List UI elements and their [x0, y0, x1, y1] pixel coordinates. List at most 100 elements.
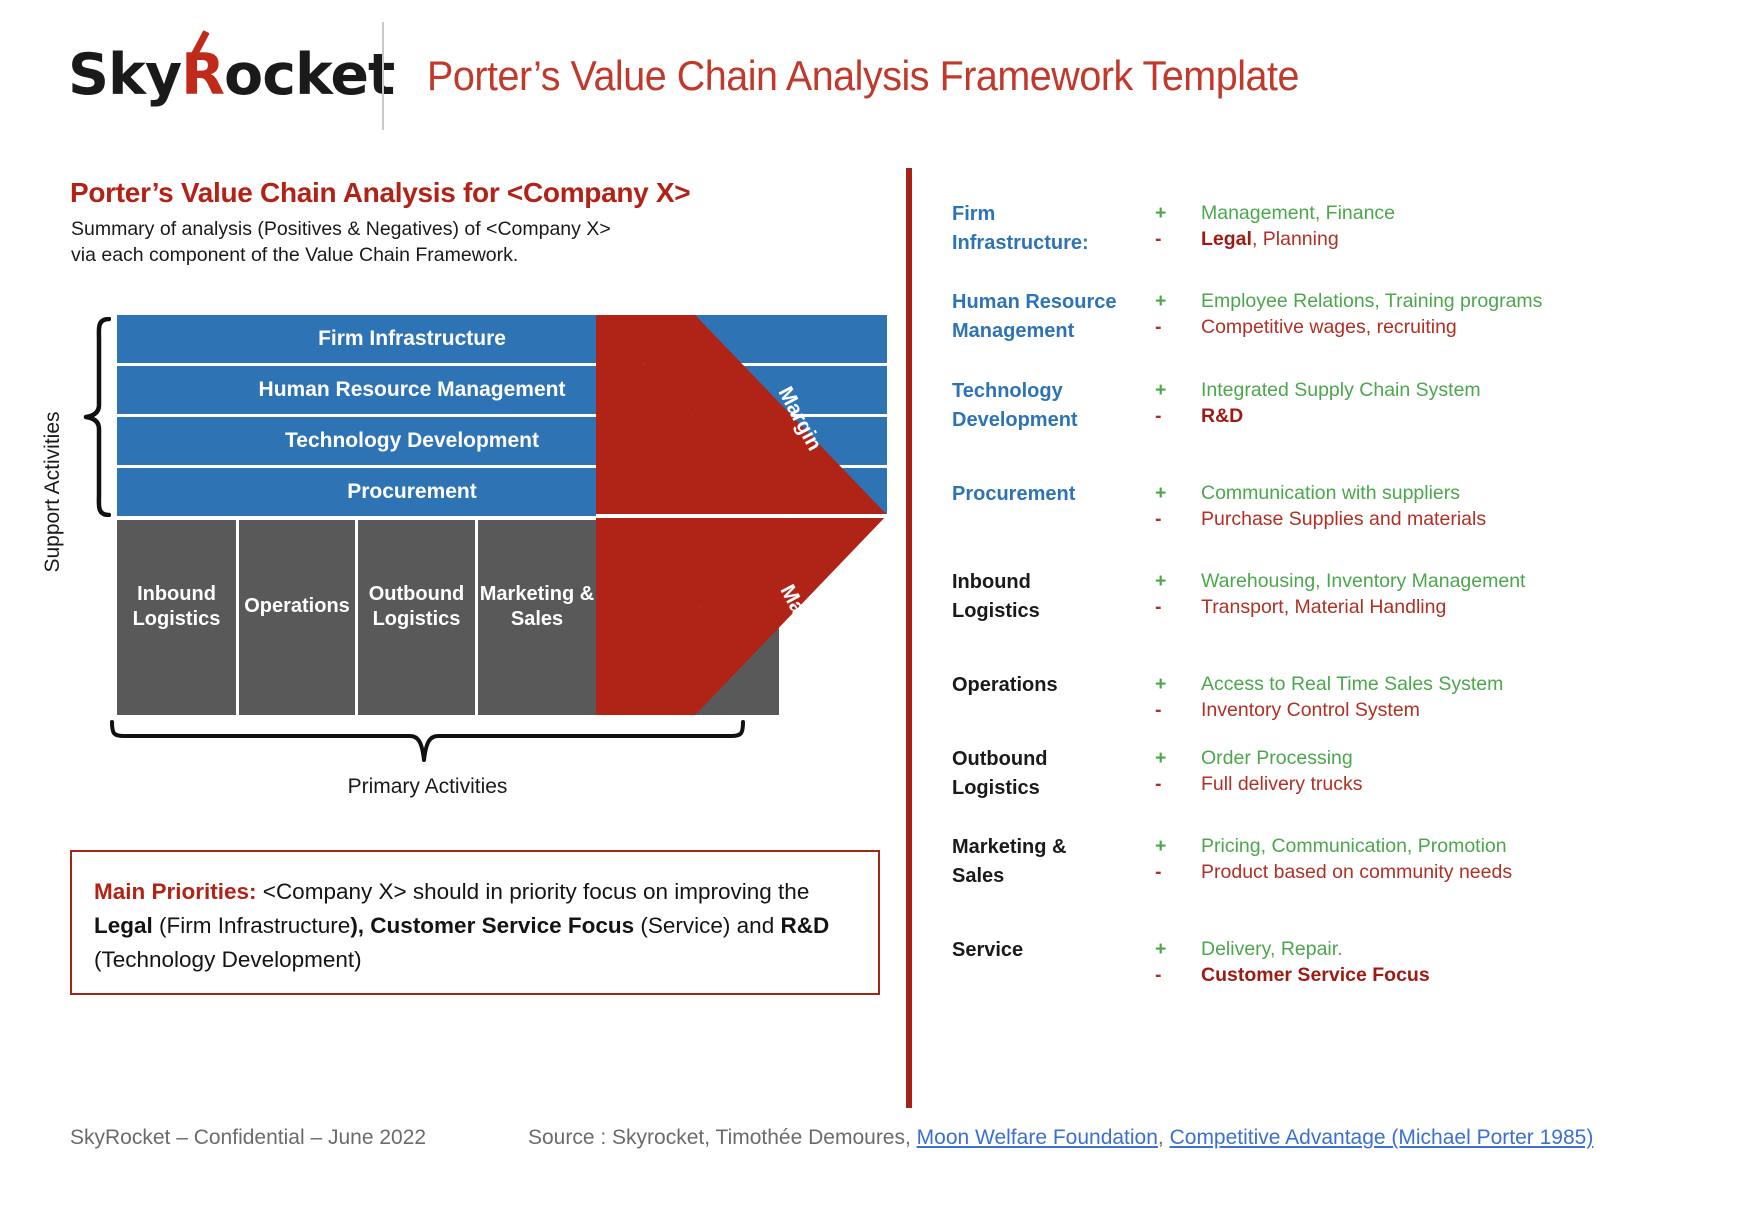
- analysis-entry-items: + Employee Relations, Training programs - C…: [1155, 288, 1754, 340]
- negative-bullet: - Purchase Supplies and materials: [1155, 506, 1754, 532]
- bullet-text: Order Processing: [1201, 745, 1353, 771]
- footer-link-competitive-advantage[interactable]: Competitive Advantage (Michael Porter 19…: [1170, 1126, 1594, 1149]
- minus-icon: -: [1155, 228, 1162, 250]
- plus-icon: +: [1155, 673, 1167, 695]
- bullet-text: Transport, Material Handling: [1201, 594, 1446, 620]
- main-priorities-text: Main Priorities: <Company X> should in p…: [94, 875, 864, 977]
- main-priorities-segment: (Service) and: [634, 913, 781, 938]
- primary-box-label: Outbound Logistics: [368, 582, 465, 630]
- bullet-text: Purchase Supplies and materials: [1201, 506, 1486, 532]
- bullet-text-part: , Planning: [1251, 228, 1339, 250]
- bullet-text-part: Access to Real Time Sales System: [1201, 673, 1504, 695]
- bullet-text-part: Transport, Material Handling: [1201, 596, 1447, 618]
- bullet-text-emphasis: Legal: [1201, 228, 1252, 250]
- plus-icon: +: [1155, 290, 1167, 312]
- analysis-entry-label: Human Resource Management: [952, 291, 1117, 342]
- support-row-firm-infrastructure[interactable]: Firm Infrastructure: [117, 315, 887, 363]
- positive-bullet: + Pricing, Communication, Promotion: [1155, 833, 1754, 859]
- minus-icon: -: [1155, 861, 1162, 883]
- primary-box-operations[interactable]: Operations: [239, 520, 358, 715]
- primary-box-service[interactable]: Service: [599, 520, 779, 715]
- chain-arrow: Firm Infrastructure Human Resource Manag…: [117, 315, 887, 715]
- analysis-entry-items: + Warehousing, Inventory Management - Trans…: [1155, 568, 1754, 620]
- negative-bullet: - Inventory Control System: [1155, 697, 1754, 723]
- bullet-text: Competitive wages, recruiting: [1201, 314, 1457, 340]
- primary-activity-boxes: Inbound Logistics Operations Outbound Lo…: [117, 520, 887, 715]
- minus-icon: -: [1155, 596, 1162, 618]
- footer-source-prefix: Source : Skyrocket, Timothée Demoures,: [528, 1126, 917, 1149]
- support-row-procurement[interactable]: Procurement: [117, 468, 887, 516]
- support-row-technology-development[interactable]: Technology Development: [117, 417, 887, 465]
- main-priorities-heading: Main Priorities:: [94, 879, 257, 904]
- bullet-text: Inventory Control System: [1201, 697, 1420, 723]
- bullet-text: Full delivery trucks: [1201, 771, 1362, 797]
- positive-bullet: + Employee Relations, Training programs: [1155, 288, 1754, 314]
- analysis-entry-items: + Management, Finance - Legal, Planning: [1155, 200, 1754, 252]
- primary-box-label: Operations: [244, 595, 350, 617]
- analysis-list-panel: Firm Infrastructure: + Management, Finance…: [940, 150, 1754, 1070]
- analysis-entry-items: + Pricing, Communication, Promotion - Produ…: [1155, 833, 1754, 885]
- footer-link-moon-welfare-foundation[interactable]: Moon Welfare Foundation: [917, 1126, 1158, 1149]
- section-subtitle: Summary of analysis (Positives & Negativ…: [71, 218, 611, 266]
- bullet-text: Management, Finance: [1201, 200, 1395, 226]
- bullet-text-part: Pricing, Communication, Promotion: [1201, 835, 1507, 857]
- bullet-text-part: Management, Finance: [1201, 202, 1396, 224]
- positive-bullet: + Warehousing, Inventory Management: [1155, 568, 1754, 594]
- minus-icon: -: [1155, 773, 1162, 795]
- main-priorities-segment: R&D: [780, 913, 830, 938]
- main-priorities-segment: Legal: [94, 913, 153, 938]
- positive-bullet: + Integrated Supply Chain System: [1155, 377, 1754, 403]
- analysis-entry-items: + Order Processing - Full delivery trucks: [1155, 745, 1754, 797]
- positive-bullet: + Communication with suppliers: [1155, 480, 1754, 506]
- positive-bullet: + Order Processing: [1155, 745, 1754, 771]
- bullet-text-part: Product based on community needs: [1201, 861, 1513, 883]
- plus-icon: +: [1155, 747, 1167, 769]
- bullet-text: Legal, Planning: [1201, 226, 1339, 252]
- bullet-text: Access to Real Time Sales System: [1201, 671, 1503, 697]
- bullet-text-part: Integrated Supply Chain System: [1201, 379, 1481, 401]
- bullet-text: Employee Relations, Training programs: [1201, 288, 1542, 314]
- analysis-entry-label: Procurement: [952, 483, 1076, 505]
- analysis-entry-items: + Delivery, Repair. - Customer Service Focu…: [1155, 936, 1754, 988]
- bullet-text: Delivery, Repair.: [1201, 936, 1343, 962]
- main-priorities-segment: ), Customer Service Focus: [350, 913, 635, 938]
- plus-icon: +: [1155, 202, 1167, 224]
- bullet-text-part: Inventory Control System: [1201, 699, 1420, 721]
- bullet-text-part: Purchase Supplies and materials: [1201, 508, 1487, 530]
- main-priorities-box: Main Priorities: <Company X> should in p…: [70, 850, 880, 995]
- negative-bullet: - Transport, Material Handling: [1155, 594, 1754, 620]
- primary-box-marketing-sales[interactable]: Marketing & Sales: [478, 520, 599, 715]
- bullet-text: Product based on community needs: [1201, 859, 1512, 885]
- analysis-entry-label: Outbound Logistics: [952, 748, 1048, 799]
- primary-box-outbound-logistics[interactable]: Outbound Logistics: [358, 520, 478, 715]
- bullet-text-part: Communication with suppliers: [1201, 482, 1461, 504]
- support-row-human-resource-management[interactable]: Human Resource Management: [117, 366, 887, 414]
- primary-box-label: Service: [653, 595, 725, 617]
- footer-source-separator: ,: [1157, 1126, 1170, 1149]
- primary-activities-label: Primary Activities: [347, 775, 508, 798]
- skyrocket-logo: SkyRocket: [68, 30, 395, 108]
- minus-icon: -: [1155, 508, 1162, 530]
- plus-icon: +: [1155, 482, 1167, 504]
- main-priorities-segment: <Company X> should in priority focus on …: [256, 879, 810, 904]
- analysis-entry-label: Technology Development: [952, 380, 1078, 431]
- main-priorities-segment: (Firm Infrastructure: [152, 913, 351, 938]
- bullet-text: Integrated Supply Chain System: [1201, 377, 1481, 403]
- bullet-text: Warehousing, Inventory Management: [1201, 568, 1525, 594]
- bullet-text-part: Full delivery trucks: [1201, 773, 1363, 795]
- column-divider: [906, 168, 912, 1108]
- analysis-entry-items: + Integrated Supply Chain System - R&D: [1155, 377, 1754, 429]
- primary-box-inbound-logistics[interactable]: Inbound Logistics: [117, 520, 239, 715]
- page-title: Porter’s Value Chain Analysis Framework …: [427, 52, 1299, 99]
- plus-icon: +: [1155, 835, 1167, 857]
- primary-box-label: Marketing & Sales: [479, 582, 595, 630]
- bullet-text-emphasis: Customer Service Focus: [1201, 964, 1430, 986]
- analysis-entry-label: Operations: [952, 674, 1058, 696]
- plus-icon: +: [1155, 379, 1167, 401]
- negative-bullet: - Competitive wages, recruiting: [1155, 314, 1754, 340]
- plus-icon: +: [1155, 570, 1167, 592]
- positive-bullet: + Management, Finance: [1155, 200, 1754, 226]
- bullet-text-part: Delivery, Repair.: [1201, 938, 1343, 960]
- positive-bullet: + Delivery, Repair.: [1155, 936, 1754, 962]
- analysis-entry-label: Marketing & Sales: [952, 836, 1067, 887]
